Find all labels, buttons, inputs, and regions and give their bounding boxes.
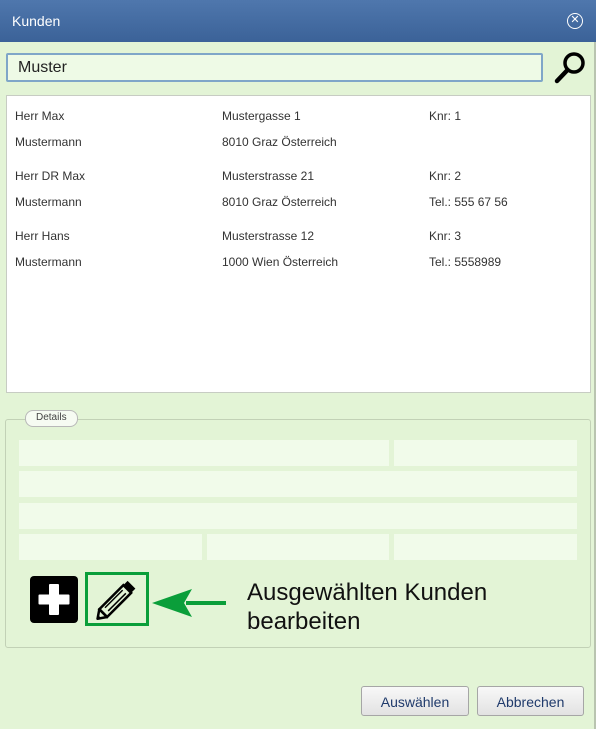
- customer-number: Knr: 3: [429, 229, 462, 243]
- details-field-mobile[interactable]: [207, 534, 389, 560]
- customer-phone: Tel.: 5558989: [429, 255, 502, 269]
- details-field-phone[interactable]: [19, 534, 202, 560]
- customer-surname: Mustermann: [15, 195, 82, 209]
- select-button[interactable]: Auswählen: [361, 686, 469, 716]
- close-icon[interactable]: ✕: [567, 13, 583, 29]
- customer-name: Herr Hans: [15, 229, 70, 243]
- cancel-button[interactable]: Abbrechen: [477, 686, 584, 716]
- customer-city: 8010 Graz Österreich: [222, 195, 337, 209]
- customer-surname: Mustermann: [15, 255, 82, 269]
- customer-name: Herr DR Max: [15, 169, 86, 183]
- details-field-email[interactable]: [394, 534, 577, 560]
- search-icon[interactable]: [551, 49, 589, 87]
- list-item[interactable]: Herr Max Mustermann Mustergasse 1 8010 G…: [7, 100, 590, 160]
- customer-city: 1000 Wien Österreich: [222, 255, 339, 269]
- customer-city: 8010 Graz Österreich: [222, 135, 337, 149]
- pencil-icon: [96, 580, 136, 620]
- search-input[interactable]: [6, 53, 543, 82]
- edit-hint-line1: Ausgewählten Kunden: [247, 579, 488, 606]
- edit-hint: Ausgewählten Kunden bearbeiten: [247, 578, 567, 636]
- customer-name: Herr Max: [15, 109, 65, 123]
- details-field-number[interactable]: [394, 440, 577, 466]
- customer-street: Mustergasse 1: [222, 109, 301, 123]
- list-item[interactable]: Herr Hans Mustermann Musterstrasse 12 10…: [7, 220, 590, 280]
- add-customer-button[interactable]: [30, 576, 78, 623]
- details-legend: Details: [25, 410, 78, 427]
- customer-street: Musterstrasse 21: [222, 169, 315, 183]
- customer-number: Knr: 2: [429, 169, 462, 183]
- list-item[interactable]: Herr DR Max Mustermann Musterstrasse 21 …: [7, 160, 590, 220]
- customer-street: Musterstrasse 12: [222, 229, 315, 243]
- customer-dialog: Kunden ✕ Herr Max Mustermann Mustergasse…: [0, 0, 596, 729]
- titlebar: Kunden ✕: [0, 0, 596, 42]
- details-field-name[interactable]: [19, 440, 389, 466]
- plus-icon: [38, 584, 70, 615]
- details-field-street[interactable]: [19, 471, 577, 497]
- customer-list[interactable]: Herr Max Mustermann Mustergasse 1 8010 G…: [6, 95, 591, 393]
- arrow-left-icon: [152, 589, 226, 617]
- customer-number: Knr: 1: [429, 109, 462, 123]
- window-title: Kunden: [12, 13, 61, 29]
- customer-surname: Mustermann: [15, 135, 82, 149]
- customer-phone: Tel.: 555 67 56: [429, 195, 508, 209]
- edit-customer-button[interactable]: [85, 572, 149, 626]
- edit-hint-line2: bearbeiten: [247, 608, 361, 635]
- details-field-city[interactable]: [19, 503, 577, 529]
